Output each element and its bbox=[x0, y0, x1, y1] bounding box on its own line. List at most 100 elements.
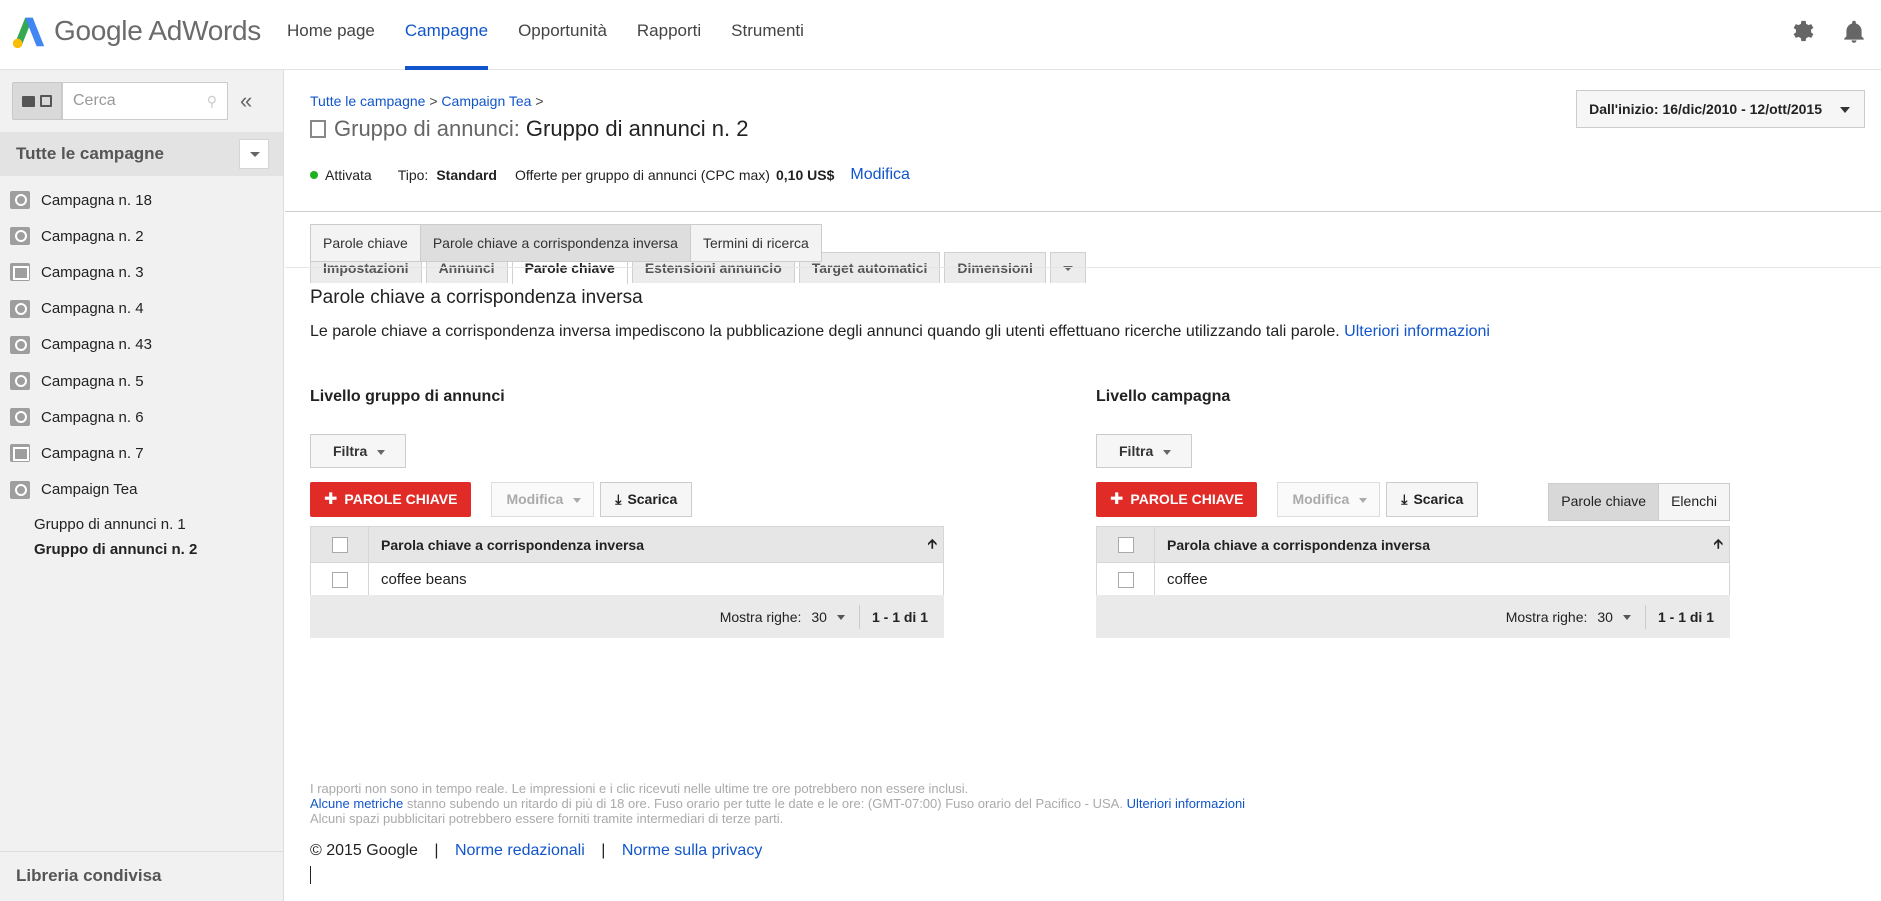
status-text[interactable]: Attivata bbox=[325, 167, 372, 183]
rows-per-page-select[interactable]: 30 bbox=[811, 609, 847, 625]
section-description: Le parole chiave a corrispondenza invers… bbox=[310, 323, 1490, 341]
type-value: Standard bbox=[436, 167, 497, 183]
add-keywords-label: PAROLE CHIAVE bbox=[344, 491, 458, 507]
table-row: coffee bbox=[1097, 563, 1729, 596]
type-label: Tipo: bbox=[397, 167, 429, 183]
status-dot bbox=[310, 171, 318, 179]
nav-reports[interactable]: Rapporti bbox=[622, 0, 716, 70]
nav-opportunities[interactable]: Opportunità bbox=[503, 0, 622, 70]
gear-icon[interactable] bbox=[1789, 18, 1815, 46]
row-checkbox[interactable] bbox=[311, 563, 369, 596]
breadcrumb-separator: > bbox=[429, 93, 438, 109]
privacy-policy-link[interactable]: Norme sulla privacy bbox=[622, 842, 762, 859]
footer-notes: I rapporti non sono in tempo reale. Le i… bbox=[310, 781, 1245, 826]
sort-arrow-icon[interactable]: 🡩 bbox=[1714, 535, 1723, 557]
nav-campaigns[interactable]: Campagne bbox=[390, 0, 503, 70]
metrics-link[interactable]: Alcune metriche bbox=[310, 796, 403, 811]
row-checkbox[interactable] bbox=[1097, 563, 1155, 596]
pagination-range: 1 - 1 di 1 bbox=[871, 608, 928, 625]
chevron-down-icon[interactable] bbox=[239, 139, 269, 169]
sidebar-campaign[interactable]: Campagna n. 5 bbox=[0, 363, 283, 399]
sidebar-ad-group-selected[interactable]: Gruppo di annunci n. 2 bbox=[0, 537, 283, 562]
sidebar-campaign[interactable]: Campagna n. 7 bbox=[0, 435, 283, 471]
footer-separator: | bbox=[434, 842, 439, 859]
table-row: coffee beans bbox=[311, 563, 943, 596]
breadcrumb-all-campaigns[interactable]: Tutte le campagne bbox=[310, 93, 425, 109]
search-icon bbox=[10, 335, 30, 354]
column-header[interactable]: Parola chiave a corrispondenza inversa 🡩 bbox=[369, 536, 943, 553]
download-button[interactable]: ⤓ Scarica bbox=[600, 482, 693, 517]
sort-arrow-icon[interactable]: 🡩 bbox=[928, 535, 937, 557]
column-header[interactable]: Parola chiave a corrispondenza inversa 🡩 bbox=[1155, 536, 1729, 553]
campaign-level-panel: Livello campagna Filtra ✚ PAROLE CHIAVE M… bbox=[1096, 388, 1730, 638]
sidebar-campaign[interactable]: Campaign Tea bbox=[0, 472, 283, 508]
subtab-keywords[interactable]: Parole chiave bbox=[311, 225, 421, 261]
copy-icon[interactable] bbox=[40, 95, 52, 107]
select-all-checkbox[interactable] bbox=[311, 527, 369, 562]
table-header: Parola chiave a corrispondenza inversa 🡩 bbox=[311, 527, 943, 563]
select-all-checkbox[interactable] bbox=[1097, 527, 1155, 562]
search-display-icon bbox=[10, 191, 30, 210]
negative-keywords-table: Parola chiave a corrispondenza inversa 🡩 … bbox=[310, 526, 944, 597]
ad-group-icon bbox=[310, 120, 326, 138]
bid-label: Offerte per gruppo di annunci (CPC max) bbox=[515, 167, 770, 183]
footer-note-line3: Alcuni spazi pubblicitari potrebbero ess… bbox=[310, 811, 784, 826]
plus-icon: ✚ bbox=[324, 491, 338, 508]
add-keywords-button[interactable]: ✚ PAROLE CHIAVE bbox=[310, 482, 472, 517]
nav-tools[interactable]: Strumenti bbox=[716, 0, 819, 70]
editorial-policy-link[interactable]: Norme redazionali bbox=[455, 842, 585, 859]
nav-home[interactable]: Home page bbox=[272, 0, 390, 70]
search-input[interactable]: Cerca ⚲ bbox=[62, 82, 228, 120]
main-nav: Home page Campagne Opportunità Rapporti … bbox=[272, 0, 819, 70]
more-info-link[interactable]: Ulteriori informazioni bbox=[1344, 323, 1490, 340]
modify-button[interactable]: Modifica bbox=[491, 482, 595, 517]
campaign-label: Campagna n. 5 bbox=[41, 372, 144, 390]
search-icon bbox=[10, 299, 30, 318]
subtab-negative-keywords[interactable]: Parole chiave a corrispondenza inversa bbox=[420, 225, 691, 261]
timezone-more-info-link[interactable]: Ulteriori informazioni bbox=[1127, 796, 1245, 811]
filter-button[interactable]: Filtra bbox=[1096, 434, 1193, 468]
bid-value: 0,10 US$ bbox=[775, 167, 835, 183]
plus-icon: ✚ bbox=[1110, 491, 1124, 508]
search-icon[interactable]: ⚲ bbox=[207, 93, 217, 110]
footer-separator bbox=[1644, 604, 1646, 629]
bell-icon[interactable] bbox=[1841, 18, 1867, 46]
collapse-sidebar-icon[interactable]: « bbox=[240, 88, 252, 114]
all-campaigns-header[interactable]: Tutte le campagne bbox=[0, 132, 283, 176]
search-display-icon bbox=[10, 227, 30, 246]
breadcrumb-separator: > bbox=[535, 93, 544, 109]
download-button[interactable]: ⤓ Scarica bbox=[1386, 482, 1479, 517]
toggle-lists[interactable]: Elenchi bbox=[1659, 484, 1729, 520]
search-placeholder: Cerca bbox=[73, 92, 116, 109]
subtab-search-terms[interactable]: Termini di ricerca bbox=[690, 225, 821, 261]
sidebar-campaign[interactable]: Campagna n. 4 bbox=[0, 291, 283, 327]
sidebar-campaign[interactable]: Campagna n. 43 bbox=[0, 327, 283, 363]
keyword-cell: coffee beans bbox=[381, 571, 467, 588]
date-range-selector[interactable]: Dall'inizio: 16/dic/2010 - 12/ott/2015 bbox=[1576, 90, 1865, 128]
adwords-logo[interactable]: Google AdWords bbox=[10, 12, 261, 50]
footer-note-line1: I rapporti non sono in tempo reale. Le i… bbox=[310, 781, 969, 796]
shared-library[interactable]: Libreria condivisa bbox=[0, 851, 283, 901]
footer-separator bbox=[858, 604, 860, 629]
modify-button[interactable]: Modifica bbox=[1277, 482, 1381, 517]
view-toggle[interactable] bbox=[12, 82, 62, 120]
add-keywords-button[interactable]: ✚ PAROLE CHIAVE bbox=[1096, 482, 1258, 517]
page-title: Gruppo di annunci: Gruppo di annunci n. … bbox=[310, 116, 749, 142]
sidebar-ad-group[interactable]: Gruppo di annunci n. 1 bbox=[0, 512, 283, 537]
campaign-label: Campagna n. 7 bbox=[41, 444, 144, 462]
folder-icon[interactable] bbox=[22, 95, 35, 107]
rows-label: Mostra righe: bbox=[719, 608, 802, 625]
ad-group-level-panel: Livello gruppo di annunci Filtra ✚ PAROLE… bbox=[310, 388, 944, 638]
rows-per-page-select[interactable]: 30 bbox=[1597, 609, 1633, 625]
sidebar-campaign[interactable]: Campagna n. 18 bbox=[0, 182, 283, 218]
sidebar-campaign[interactable]: Campagna n. 6 bbox=[0, 399, 283, 435]
sidebar-search: Cerca ⚲ bbox=[12, 82, 228, 120]
sidebar-campaign[interactable]: Campagna n. 2 bbox=[0, 218, 283, 254]
text-cursor bbox=[310, 866, 311, 884]
sidebar-campaign[interactable]: Campagna n. 3 bbox=[0, 254, 283, 290]
panel-heading: Livello gruppo di annunci bbox=[310, 388, 505, 405]
filter-button[interactable]: Filtra bbox=[310, 434, 407, 468]
toggle-keywords[interactable]: Parole chiave bbox=[1549, 484, 1660, 520]
display-icon bbox=[10, 263, 30, 282]
breadcrumb-campaign[interactable]: Campaign Tea bbox=[441, 93, 531, 109]
